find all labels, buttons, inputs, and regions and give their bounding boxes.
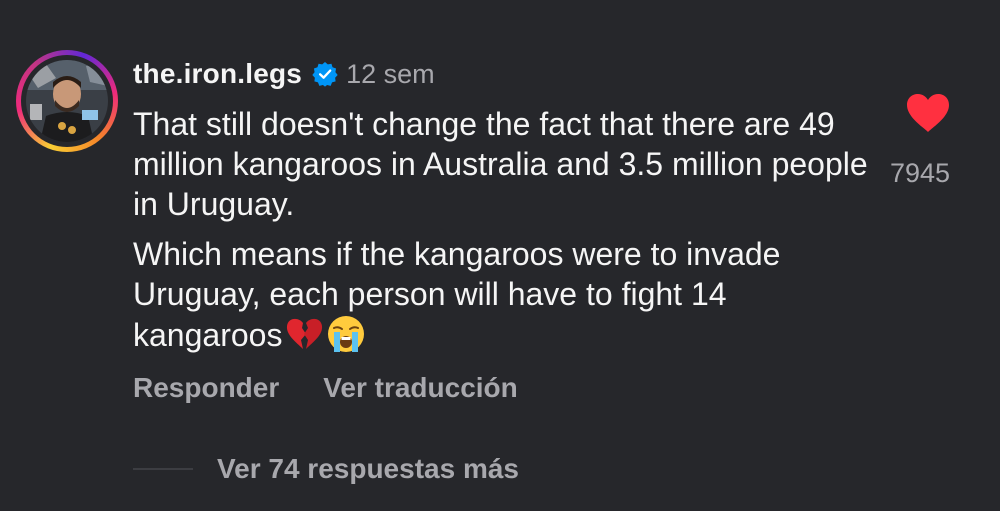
view-replies-button[interactable]: Ver 74 respuestas más <box>133 453 519 485</box>
comment-header: the.iron.legs 12 sem <box>133 54 435 94</box>
replies-divider-line <box>133 468 193 470</box>
avatar[interactable] <box>26 60 108 142</box>
like-button[interactable] <box>905 92 951 134</box>
comment-paragraph-1: That still doesn't change the fact that … <box>133 104 873 224</box>
comment-text: Which means if the kangaroos were to inv… <box>133 236 781 353</box>
comment-paragraph-2: Which means if the kangaroos were to inv… <box>133 234 873 355</box>
comment: the.iron.legs 12 sem That still doesn't … <box>0 0 1000 511</box>
timestamp: 12 sem <box>346 58 435 89</box>
see-translation-button[interactable]: Ver traducción <box>323 372 518 404</box>
broken-heart-emoji <box>284 314 324 354</box>
heart-icon <box>907 94 949 132</box>
comment-body: That still doesn't change the fact that … <box>133 104 873 365</box>
username[interactable]: the.iron.legs <box>133 58 302 90</box>
avatar-image <box>26 60 108 142</box>
comment-actions: Responder Ver traducción <box>133 372 518 404</box>
loudly-crying-face-emoji <box>326 314 366 354</box>
story-ring[interactable] <box>16 50 118 152</box>
comment-text: That still doesn't change the fact that … <box>133 106 868 222</box>
reply-button[interactable]: Responder <box>133 372 279 404</box>
avatar-ring-gap <box>21 55 113 147</box>
verified-badge-icon <box>312 61 338 87</box>
view-replies-label: Ver 74 respuestas más <box>217 453 519 484</box>
like-count[interactable]: 7945 <box>890 158 970 189</box>
